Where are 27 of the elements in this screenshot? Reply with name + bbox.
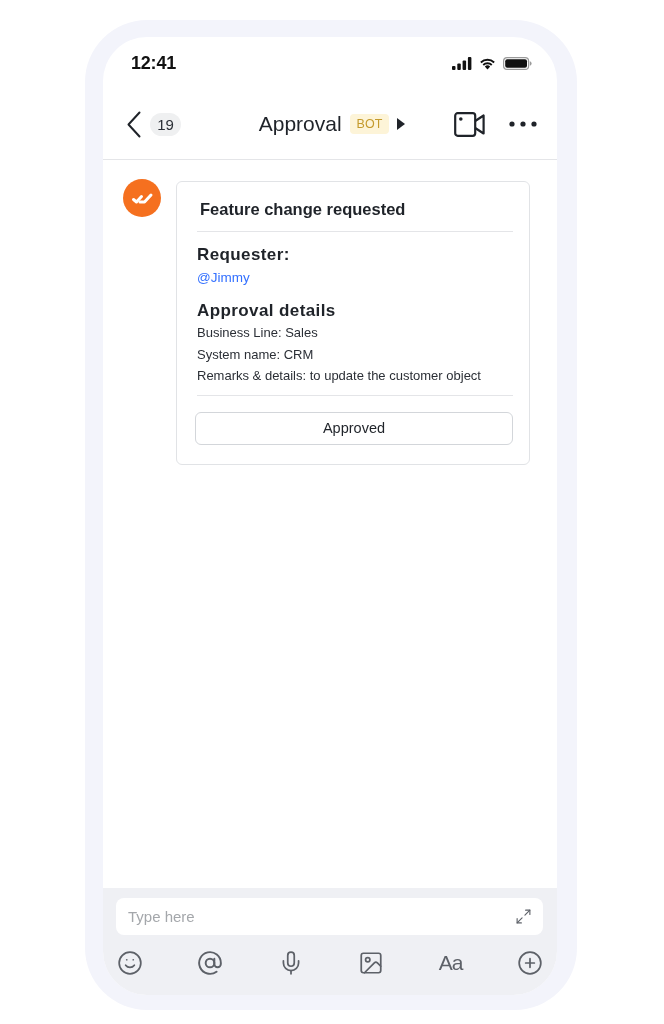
logo-icon xyxy=(123,179,161,217)
caret-icon[interactable] xyxy=(397,118,406,130)
status-time: 12:41 xyxy=(131,52,177,74)
section-heading: Requester: xyxy=(197,244,290,266)
detail-text: System name: CRM xyxy=(197,345,314,364)
section-heading: Approval details xyxy=(197,300,336,322)
chat-title: Approval xyxy=(258,112,342,136)
bot-tag: BOT xyxy=(349,114,390,134)
unread-count-badge: 19 xyxy=(150,112,181,136)
card-title: Feature change requested xyxy=(200,199,406,219)
detail-text: Remarks & details: to update the customer object xyxy=(197,367,481,385)
text-format-button[interactable]: Aa xyxy=(438,951,463,975)
approved-button[interactable]: Approved xyxy=(195,411,513,445)
wifi-icon xyxy=(479,56,496,70)
emoji-icon[interactable] xyxy=(117,950,143,976)
message-input[interactable]: Type here xyxy=(116,898,543,935)
detail-text: Business Line: Sales xyxy=(197,324,318,342)
signal-icon xyxy=(452,56,472,70)
image-icon[interactable] xyxy=(358,950,385,976)
add-icon[interactable] xyxy=(516,950,543,976)
mention-link[interactable]: @Jimmy xyxy=(197,268,250,288)
more-icon[interactable] xyxy=(509,121,537,127)
video-camera-icon[interactable] xyxy=(454,111,485,137)
expand-icon[interactable] xyxy=(515,908,532,925)
back-icon[interactable] xyxy=(127,110,141,138)
mention-icon[interactable] xyxy=(197,950,224,976)
battery-icon xyxy=(503,56,532,70)
